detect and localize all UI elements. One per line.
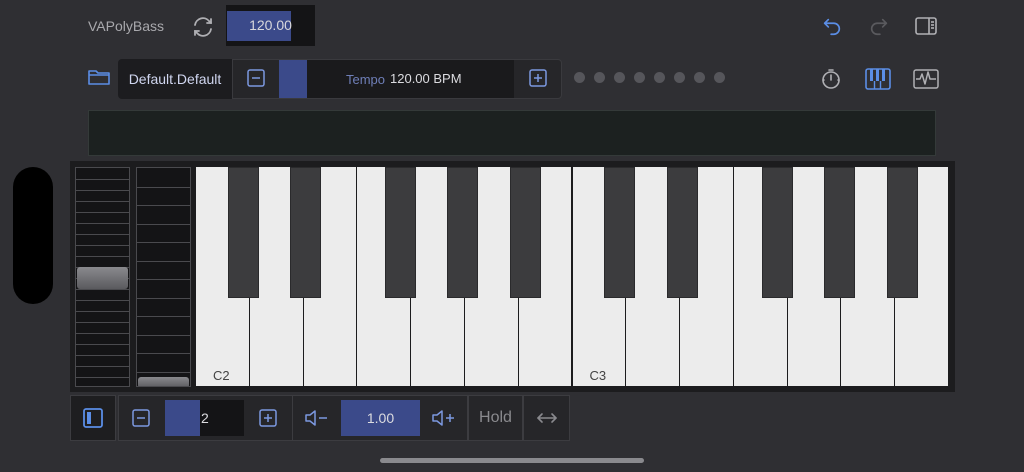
wheel-grid-line: [137, 261, 190, 262]
black-key[interactable]: [228, 167, 259, 298]
minus-icon: [247, 69, 265, 87]
top-tempo-field[interactable]: 120.00: [226, 5, 315, 46]
black-key[interactable]: [762, 167, 793, 298]
wheel-grid-line: [76, 300, 129, 301]
volume-up-icon: [432, 410, 454, 426]
wheel-grid-line: [76, 289, 129, 290]
wheel-grid-line: [76, 256, 129, 257]
wheel-grid-line: [76, 355, 129, 356]
pitch-wheel[interactable]: [75, 167, 130, 387]
redo-icon: [870, 18, 888, 36]
wheel-grid-line: [76, 322, 129, 323]
wheel-grid-line: [76, 201, 129, 202]
wheel-grid-line: [137, 279, 190, 280]
octave-increase-button[interactable]: [256, 406, 280, 430]
wheel-grid-line: [76, 366, 129, 367]
velocity-decrease-button[interactable]: [303, 406, 331, 430]
wheel-grid-line: [76, 311, 129, 312]
octave-decrease-button[interactable]: [129, 406, 153, 430]
tempo-increase-button[interactable]: [526, 66, 550, 90]
mod-wheel-thumb[interactable]: [138, 377, 189, 386]
app-title: VAPolyBass: [88, 18, 164, 34]
wheel-grid-line: [137, 242, 190, 243]
undo-button[interactable]: [818, 12, 846, 40]
wheel-grid-line: [76, 377, 129, 378]
panel-toggle-button[interactable]: [912, 13, 940, 39]
clock-icon: [822, 69, 840, 89]
wheel-grid-line: [76, 223, 129, 224]
wheel-grid-line: [76, 212, 129, 213]
wheel-grid-line: [76, 234, 129, 235]
pitch-wheel-thumb[interactable]: [77, 267, 128, 289]
minus-icon: [132, 409, 150, 427]
plus-icon: [259, 409, 277, 427]
key-note-label: C2: [213, 368, 230, 383]
display-strip: [88, 110, 936, 156]
tempo-value: 120.00 BPM: [390, 71, 462, 86]
octave-value: 2: [201, 410, 209, 426]
wheel-grid-line: [137, 372, 190, 373]
beat-dot: [674, 72, 685, 83]
preset-name[interactable]: Default.Default: [118, 59, 232, 99]
wheel-grid-line: [137, 353, 190, 354]
home-indicator: [380, 458, 644, 463]
wheel-grid-line: [76, 190, 129, 191]
velocity-increase-button[interactable]: [430, 406, 458, 430]
top-tempo-value: 120.00: [249, 17, 292, 33]
beat-dot: [634, 72, 645, 83]
black-key[interactable]: [667, 167, 698, 298]
beat-dot: [714, 72, 725, 83]
wheel-grid-line: [76, 333, 129, 334]
beat-dot: [694, 72, 705, 83]
black-key[interactable]: [290, 167, 321, 298]
mod-wheel[interactable]: [136, 167, 191, 387]
beat-dot: [614, 72, 625, 83]
wheel-grid-line: [137, 298, 190, 299]
sync-icon: [194, 17, 212, 37]
black-key[interactable]: [824, 167, 855, 298]
black-key[interactable]: [887, 167, 918, 298]
folder-button[interactable]: [84, 62, 114, 92]
waveform-icon: [913, 69, 939, 89]
wheel-grid-line: [76, 344, 129, 345]
hold-button[interactable]: Hold: [468, 395, 523, 441]
tempo-decrease-button[interactable]: [244, 66, 268, 90]
wheel-grid-line: [137, 187, 190, 188]
wheel-grid-line: [76, 245, 129, 246]
wheel-grid-line: [137, 224, 190, 225]
tempo-label: Tempo: [346, 72, 386, 87]
key-note-label: C3: [589, 368, 607, 383]
panel-icon: [915, 17, 937, 35]
black-key[interactable]: [447, 167, 478, 298]
beat-indicator: [574, 72, 725, 83]
side-handle[interactable]: [13, 167, 53, 304]
wheel-grid-line: [137, 335, 190, 336]
keyboard-view-button[interactable]: [864, 66, 892, 92]
plus-icon: [529, 69, 547, 87]
sync-button[interactable]: [188, 12, 218, 42]
wheel-grid-line: [76, 179, 129, 180]
layout-icon: [83, 408, 103, 428]
black-key[interactable]: [385, 167, 416, 298]
redo-button[interactable]: [865, 12, 893, 40]
velocity-value: 1.00: [366, 410, 395, 426]
folder-icon: [88, 70, 110, 85]
swap-button[interactable]: [523, 395, 570, 441]
wheel-grid-line: [137, 316, 190, 317]
black-key[interactable]: [510, 167, 541, 298]
layout-toggle-button[interactable]: [70, 395, 116, 441]
waveform-view-button[interactable]: [912, 66, 940, 92]
beat-dot: [594, 72, 605, 83]
undo-icon: [823, 18, 841, 36]
metronome-button[interactable]: [818, 66, 844, 92]
wheel-grid-line: [137, 205, 190, 206]
black-key[interactable]: [604, 167, 635, 298]
volume-down-icon: [305, 410, 327, 426]
beat-dot: [574, 72, 585, 83]
swap-arrows-icon: [536, 413, 557, 423]
beat-dot: [654, 72, 665, 83]
piano-keys-icon: [865, 68, 891, 90]
